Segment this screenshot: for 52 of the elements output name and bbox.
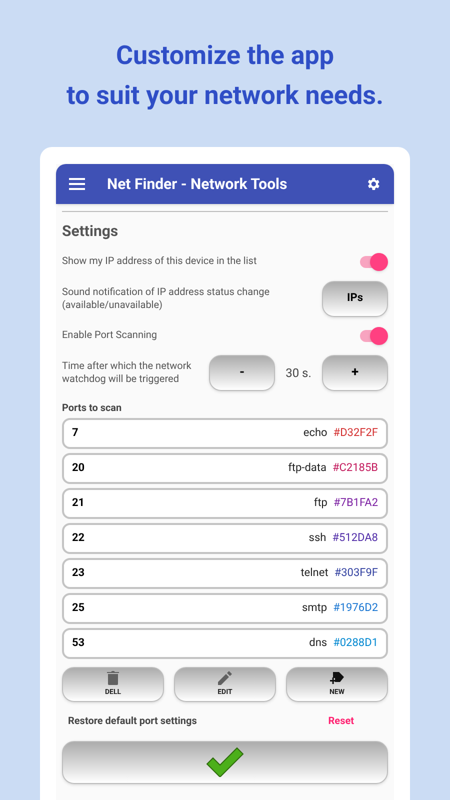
port-item[interactable]: 23 telnet #303F9F — [62, 558, 388, 588]
setting-label: Enable Port Scanning — [62, 329, 158, 342]
setting-label: Sound notification of IP address status change (available/unavailable) — [62, 286, 271, 312]
port-color-code: #1976D2 — [333, 600, 378, 616]
pencil-icon — [218, 670, 232, 685]
headline: Customize the app — [116, 40, 334, 73]
port-item[interactable]: 20 ftp-data #C2185B — [62, 452, 388, 484]
checkmark-icon — [206, 747, 244, 777]
reset-link[interactable]: Reset — [328, 714, 354, 728]
port-item[interactable]: 22 ssh #512DA8 — [62, 522, 388, 554]
setting-label: Time after which the network watchdog will be triggered — [62, 360, 192, 386]
port-number: 20 — [72, 460, 86, 476]
port-name: ftp-data — [288, 460, 326, 476]
confirm-button[interactable] — [62, 740, 388, 784]
port-name: dns — [309, 634, 328, 651]
port-number: 23 — [72, 564, 86, 581]
port-color-code: #0288D1 — [333, 634, 378, 651]
app-title: Net Finder - Network Tools — [107, 174, 288, 195]
port-name: telnet — [300, 564, 328, 581]
timeout-value: 30 s. — [284, 364, 312, 382]
toggle-switch[interactable] — [360, 326, 386, 344]
port-color-code: #7B1FA2 — [333, 494, 378, 511]
port-name: ftp — [314, 494, 328, 511]
port-color-code: #303F9F — [334, 564, 378, 581]
restore-label: Restore default port settings — [68, 714, 197, 728]
increase-button[interactable]: + — [322, 354, 388, 390]
port-number: 53 — [72, 634, 86, 651]
menu-icon[interactable] — [69, 178, 85, 190]
port-color-code: #512DA8 — [332, 530, 378, 546]
port-name: smtp — [302, 600, 328, 616]
add-icon — [329, 670, 345, 685]
port-name: echo — [303, 424, 328, 441]
port-color-code: #C2185B — [332, 460, 378, 476]
setting-label: Show my IP address of this device in the list — [62, 255, 258, 268]
trash-icon — [107, 670, 119, 685]
port-color-code: #D32F2F — [333, 424, 378, 441]
port-name: ssh — [308, 530, 326, 546]
settings-icon[interactable] — [365, 176, 381, 192]
port-number: 21 — [72, 494, 86, 511]
toggle-switch[interactable] — [360, 252, 386, 270]
port-number: 25 — [72, 600, 86, 616]
decrease-button[interactable]: - — [209, 354, 275, 390]
settings-title: Settings — [62, 221, 120, 242]
port-item[interactable]: 7 echo #D32F2F — [62, 418, 388, 448]
port-item[interactable]: 53 dns #0288D1 — [62, 628, 388, 658]
ports-title: Ports to scan — [62, 402, 123, 416]
ips-button[interactable]: IPs — [322, 280, 388, 316]
port-item[interactable]: 21 ftp #7B1FA2 — [62, 488, 388, 518]
port-item[interactable]: 25 smtp #1976D2 — [62, 592, 388, 624]
port-number: 7 — [72, 424, 80, 441]
port-number: 22 — [72, 530, 86, 546]
headline: to suit your network needs. — [66, 80, 384, 113]
